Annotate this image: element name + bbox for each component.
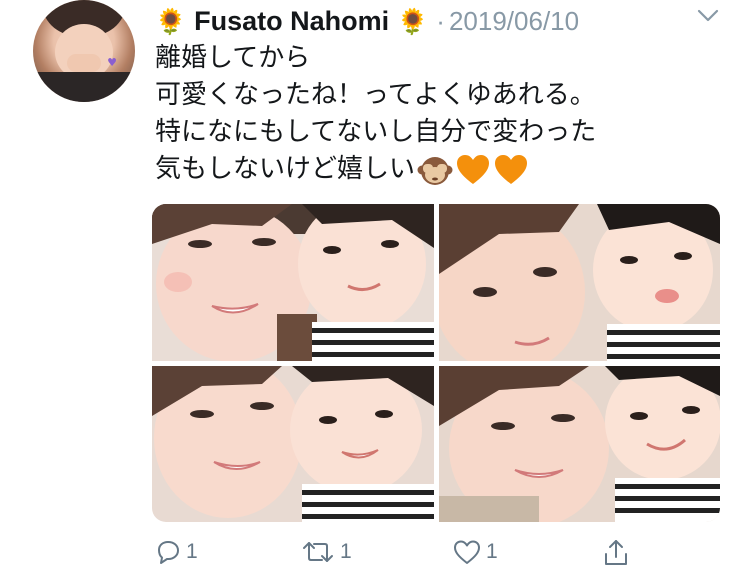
photo-1[interactable] — [152, 204, 434, 361]
sunflower-icon: 🌻 — [155, 6, 187, 36]
retweet-icon — [303, 542, 333, 562]
tweet-text-line: 可愛くなったね！ってよくゆあれる。 — [155, 80, 596, 110]
orange-heart-icon — [495, 154, 528, 184]
avatar-heart-sticker: ♥ — [107, 56, 117, 69]
tweet-text-line: 特になにもしてないし自分で変わった — [155, 117, 597, 147]
sunflower-icon: 🌻 — [397, 6, 429, 36]
reply-button[interactable]: 1 — [154, 538, 198, 566]
tweet-text-line: 気もしないけど嬉しい — [155, 154, 416, 184]
header-separator: · — [436, 5, 445, 36]
avatar-hand — [67, 54, 101, 72]
tweet-actions: 1 1 1 — [0, 532, 750, 576]
see-no-evil-monkey-icon — [417, 156, 453, 185]
photo-3[interactable] — [152, 366, 434, 522]
tweet-text-line: 離婚してから — [155, 43, 311, 73]
chevron-down-icon[interactable] — [696, 6, 720, 26]
photo-4[interactable] — [439, 366, 720, 522]
media-grid — [152, 204, 720, 522]
tweet-text: 離婚してから 可愛くなったね！ってよくゆあれる。 特になにもしてないし自分で変わ… — [155, 40, 596, 188]
reply-count: 1 — [186, 540, 198, 563]
tweet-header: 🌻 Fusato Nahomi 🌻 · 2019/06/10 — [155, 4, 579, 38]
like-count: 1 — [486, 540, 498, 563]
tweet-text-line-last: 気もしないけど嬉しい — [155, 151, 596, 188]
share-icon — [605, 540, 627, 565]
retweet-button[interactable]: 1 — [300, 538, 352, 566]
orange-heart-icon — [457, 154, 490, 184]
tweet-date[interactable]: 2019/06/10 — [449, 6, 579, 37]
retweet-count: 1 — [340, 540, 352, 563]
author-name[interactable]: Fusato Nahomi — [194, 6, 389, 37]
heart-icon — [454, 540, 480, 564]
share-button[interactable] — [602, 538, 630, 568]
reply-icon — [158, 541, 179, 564]
photo-2[interactable] — [439, 204, 720, 361]
author-avatar[interactable]: ♥ — [33, 0, 135, 102]
like-button[interactable]: 1 — [452, 538, 498, 566]
avatar-shirt — [33, 72, 135, 102]
